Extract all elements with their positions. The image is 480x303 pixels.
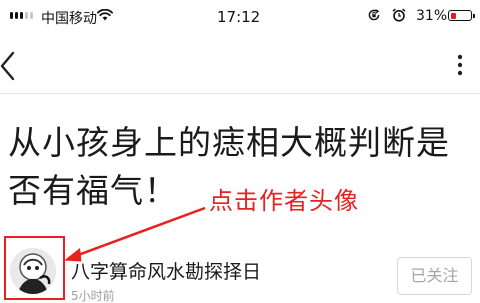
back-button[interactable] xyxy=(0,46,26,86)
avatar[interactable] xyxy=(10,248,56,294)
battery-fill xyxy=(450,12,457,19)
rotation-lock-icon xyxy=(368,9,380,21)
nav-divider xyxy=(0,93,480,94)
battery-icon xyxy=(448,10,475,21)
signal-icon xyxy=(10,12,33,19)
status-time: 17:12 xyxy=(217,8,261,26)
follow-button[interactable]: 已关注 xyxy=(397,257,472,295)
alarm-icon xyxy=(392,8,406,22)
status-bar: 中国移动 17:12 31% xyxy=(0,0,480,36)
author-name[interactable]: 八字算命风水勘探择日 xyxy=(71,260,261,284)
carrier-label: 中国移动 xyxy=(41,11,97,27)
author-avatar-image xyxy=(10,248,56,294)
more-button[interactable] xyxy=(444,50,474,80)
more-dots-icon xyxy=(457,54,463,76)
post-time: 5小时前 xyxy=(71,289,115,303)
annotation-text: 点击作者头像 xyxy=(209,187,359,215)
wifi-icon xyxy=(97,9,113,21)
chevron-left-icon xyxy=(0,51,15,81)
battery-percent: 31% xyxy=(416,8,448,24)
